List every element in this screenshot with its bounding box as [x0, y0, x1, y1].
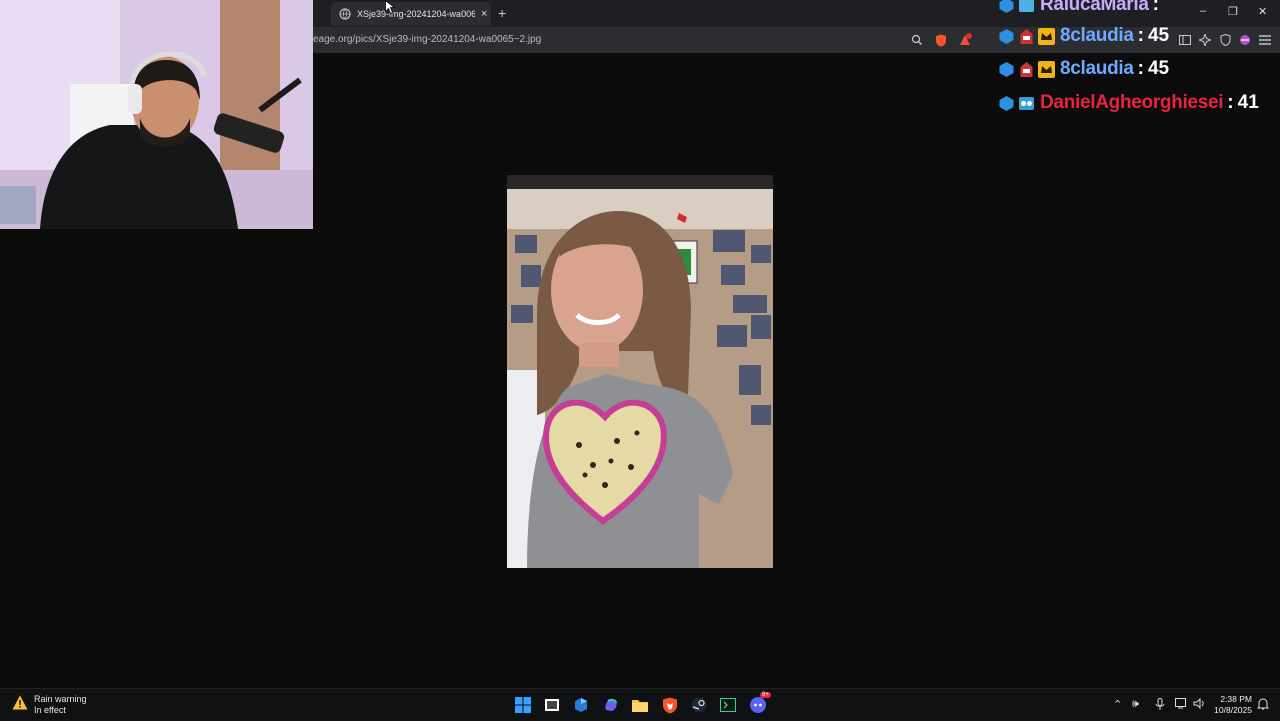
network-icon[interactable] — [1175, 698, 1188, 712]
chat-message-text: 41 — [1237, 92, 1259, 113]
task-view-icon[interactable] — [542, 695, 562, 715]
discord-icon[interactable] — [748, 695, 768, 715]
chat-username[interactable]: DanielAgheorghiesei — [1040, 92, 1224, 114]
chat-message-text: 45 — [1147, 58, 1170, 79]
steam-icon[interactable] — [689, 695, 709, 715]
clock-time: 2:38 PM — [1220, 694, 1252, 704]
notification-bell-icon[interactable] — [1256, 698, 1270, 713]
leo-ai-icon[interactable] — [1198, 33, 1212, 47]
menu-icon[interactable] — [1258, 33, 1272, 47]
weather-subtitle: In effect — [34, 705, 66, 715]
chat-separator: : — [1137, 25, 1144, 46]
new-tab-button[interactable]: + — [498, 5, 506, 21]
chat-message: 8claudia : 45 — [998, 21, 1169, 51]
vpn-shield-icon[interactable] — [1218, 33, 1232, 47]
cube-badge-icon — [998, 95, 1015, 112]
volume-icon[interactable] — [1193, 697, 1206, 712]
crown-badge-icon — [1038, 27, 1055, 45]
chat-message: 8claudia : 45 — [998, 54, 1169, 84]
browser-tab-active[interactable]: XSje39-img-20241204-wa0065- × — [331, 2, 491, 26]
weather-widget[interactable]: Rain warning In effect — [12, 694, 87, 716]
zoom-icon[interactable] — [910, 33, 924, 47]
webcam-overlay — [0, 0, 313, 229]
brave-shields-icon[interactable] — [934, 33, 948, 47]
crown-badge-icon — [1038, 60, 1055, 78]
chat-separator: : — [1152, 0, 1159, 15]
file-explorer-icon[interactable] — [630, 695, 650, 715]
tab-title: XSje39-img-20241204-wa0065- — [357, 9, 475, 19]
chat-username[interactable]: RalucaMaria — [1040, 0, 1149, 16]
close-window-button[interactable]: ✕ — [1258, 5, 1267, 18]
displayed-photo — [507, 175, 773, 568]
microsoft-365-icon[interactable] — [571, 695, 591, 715]
cube-badge-icon — [998, 28, 1015, 45]
brave-browser-icon[interactable] — [660, 695, 680, 715]
terminal-icon[interactable] — [718, 695, 738, 715]
emote-badge-icon — [1018, 0, 1035, 14]
url-field[interactable]: eage.org/pics/XSje39-img-20241204-wa0065… — [313, 34, 541, 45]
warrior-badge-icon — [1018, 61, 1035, 78]
chat-username[interactable]: 8claudia — [1060, 58, 1134, 80]
minimize-button[interactable]: – — [1200, 5, 1206, 17]
copilot-icon[interactable] — [601, 695, 621, 715]
taskbar-clock[interactable]: 2:38 PM 10/8/2025 — [1212, 694, 1252, 716]
restore-button[interactable]: ❐ — [1228, 5, 1238, 18]
taskbar: Rain warning In effect 9+ ⌃ 🕪 2:38 PM 10… — [0, 688, 1280, 721]
glasses-badge-icon — [1018, 95, 1035, 112]
start-windows-icon[interactable] — [513, 695, 533, 715]
chat-message: DanielAgheorghiesei : 41 — [998, 88, 1259, 118]
chat-message: RalucaMaria : — [998, 0, 1163, 20]
globe-icon — [339, 8, 351, 20]
warrior-badge-icon — [1018, 28, 1035, 45]
cube-badge-icon — [998, 0, 1015, 14]
brave-rewards-icon[interactable] — [958, 33, 972, 47]
mouse-cursor-icon — [385, 0, 396, 19]
speaker-tray-icon[interactable]: 🕪 — [1132, 698, 1139, 711]
sidebar-toggle-icon[interactable] — [1178, 33, 1192, 47]
weather-title: Rain warning — [34, 694, 87, 704]
tab-close-icon[interactable]: × — [481, 8, 487, 20]
chat-separator: : — [1227, 92, 1234, 113]
clock-date: 10/8/2025 — [1214, 705, 1252, 715]
microphone-icon[interactable] — [1155, 698, 1165, 713]
chat-separator: : — [1137, 58, 1144, 79]
chat-message-text: 45 — [1147, 25, 1170, 46]
chat-username[interactable]: 8claudia — [1060, 25, 1134, 47]
cube-badge-icon — [998, 61, 1015, 78]
discord-badge: 9+ — [760, 692, 771, 698]
show-hidden-icons-icon[interactable]: ⌃ — [1113, 698, 1122, 711]
wallet-icon[interactable] — [1238, 33, 1252, 47]
warning-icon — [12, 695, 28, 715]
